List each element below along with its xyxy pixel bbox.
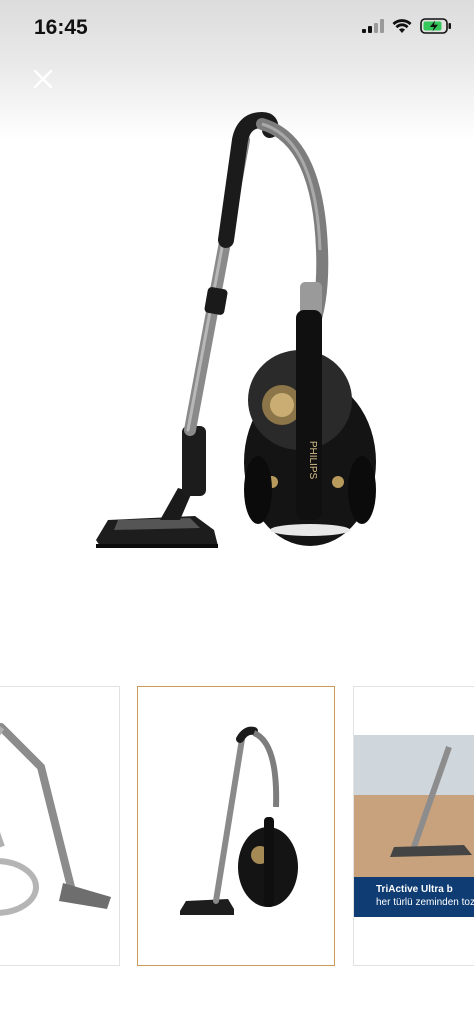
caption-subtitle: her türlü zeminden toz v [376, 897, 474, 908]
main-product-image: PHILIPS [96, 111, 376, 548]
status-icons [362, 18, 452, 34]
thumbnail-2-image [180, 726, 298, 915]
close-button[interactable] [26, 62, 60, 96]
close-icon [33, 69, 53, 89]
thumbnail-3-image [354, 735, 474, 895]
thumbnail-3[interactable]: TriActive Ultra b her türlü zeminden toz… [353, 686, 474, 966]
brand-logo: PHILIPS [307, 441, 318, 480]
status-time: 16:45 [34, 16, 88, 39]
thumbnail-strip: TriActive Ultra b her türlü zeminden toz… [0, 686, 474, 968]
wifi-icon [392, 18, 412, 33]
thumbnail-3-caption: TriActive Ultra b her türlü zeminden toz… [354, 877, 474, 917]
caption-title: TriActive Ultra b [376, 884, 453, 895]
cellular-signal-icon [362, 19, 384, 33]
battery-charging-icon [420, 18, 451, 34]
thumbnail-1-image [0, 723, 111, 916]
thumbnail-2[interactable] [137, 686, 335, 966]
thumbnail-1[interactable] [0, 686, 120, 966]
